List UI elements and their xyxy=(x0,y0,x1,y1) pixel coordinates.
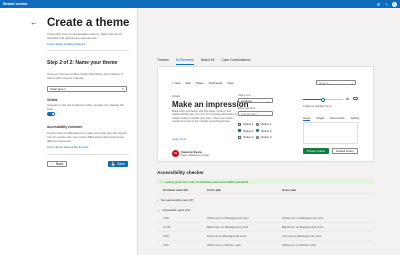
table-row: 5.05 Link text on Background color Link … xyxy=(163,234,322,238)
inner-tab-home[interactable]: Home xyxy=(303,116,311,121)
command-bar: + New Edit Share Download View xyxy=(172,81,234,85)
cmd-edit[interactable]: Edit xyxy=(186,81,191,85)
checkbox-item[interactable]: Option 1 xyxy=(238,122,254,126)
table-row: 4.56 White text on Background color Whit… xyxy=(163,216,324,220)
divider xyxy=(157,231,374,232)
preview-toggle[interactable] xyxy=(353,97,358,100)
divider xyxy=(47,154,129,155)
inner-tabs: Home Pages Documents Activity xyxy=(303,116,359,121)
radio-item[interactable]: Option 3 xyxy=(256,135,272,139)
theme-name-value: Solar green xyxy=(50,87,66,91)
learn-more-link[interactable]: Learn more xyxy=(172,137,186,141)
top-bar xyxy=(0,0,400,8)
inner-tab-pages[interactable]: Pages xyxy=(316,116,324,121)
success-message: ✓ Looking good! Your color combinations … xyxy=(157,179,374,184)
step-title: Step 2 of 2: Name your theme xyxy=(47,60,118,66)
group-accessible[interactable]: ⌄ Accessible pairs (21) xyxy=(157,207,374,212)
column-header: Contrast ratio fail xyxy=(163,187,188,192)
back-icon: ← xyxy=(50,162,54,166)
page-description: Customize your communication sites to ma… xyxy=(47,32,123,40)
app-title: Brand center xyxy=(3,1,28,6)
cmd-download[interactable]: Download xyxy=(209,81,222,85)
visible-help: Appears in the list of themes when peopl… xyxy=(47,103,125,111)
learn-themes-link[interactable]: Learn about creating themes xyxy=(47,42,85,46)
radio[interactable] xyxy=(256,135,259,139)
checkbox[interactable] xyxy=(238,122,241,126)
slider-thumb[interactable] xyxy=(321,97,325,102)
radio-group: Option 1 Option 2 Option 3 xyxy=(256,122,272,139)
checkbox-item[interactable]: Option 3 xyxy=(238,135,254,139)
divider xyxy=(47,50,129,51)
column-header: Color pair xyxy=(282,187,297,192)
divider xyxy=(157,193,374,194)
divider xyxy=(157,222,374,223)
back-button[interactable]: ← Back xyxy=(47,161,67,167)
person-avatar: CE xyxy=(172,150,179,157)
person-role: Head of Marketing & Sales xyxy=(181,154,210,157)
radio-item[interactable]: Option 2 xyxy=(256,129,272,133)
visible-toggle[interactable] xyxy=(47,112,55,116)
inner-tab-panel xyxy=(303,122,358,144)
chevron-right-icon: › xyxy=(157,197,158,202)
user-avatar[interactable]: K xyxy=(392,1,397,7)
chevron-down-icon: ⌄ xyxy=(267,98,270,103)
inner-tab-activity[interactable]: Activity xyxy=(351,116,360,121)
tab-themes[interactable]: Themes xyxy=(157,58,169,65)
cmd-share[interactable]: Share xyxy=(196,81,204,85)
reminder-text: Check color combinations to make sure th… xyxy=(47,131,127,143)
radio-item[interactable]: Option 1 xyxy=(256,122,272,126)
reminder-title: Accessibility reminder xyxy=(47,125,83,129)
visible-label: Visible xyxy=(47,98,58,102)
accessibility-title: Accessibility checker xyxy=(157,170,204,175)
toggle-label: Toggle for disabled items xyxy=(303,105,332,108)
preview-body: Make a big impression with this clean, m… xyxy=(172,110,238,124)
search-icon: ⌕ xyxy=(351,80,353,85)
checkbox[interactable] xyxy=(238,129,241,132)
checkbox[interactable] xyxy=(238,135,241,139)
table-row: 4.87 White text on Button color White te… xyxy=(163,243,317,247)
preview-select[interactable]: Contoso ⌄ xyxy=(238,98,273,103)
settings-icon[interactable]: ⚙ xyxy=(376,2,381,7)
theme-preview: + New Edit Share Download View Search ⌕ … xyxy=(157,66,374,162)
table-header: Contrast ratio fail Color pair Color pai… xyxy=(157,187,374,192)
name-help-text: Give your theme a name that's descriptiv… xyxy=(47,72,124,80)
group-non-accessible[interactable]: › Non-accessible pairs (0) xyxy=(157,197,374,202)
tab-color-combinations[interactable]: Color Combinations xyxy=(221,58,250,65)
theme-name-input[interactable]: Solar green ✕ xyxy=(47,86,127,92)
cmd-new[interactable]: + New xyxy=(172,81,181,85)
primary-button[interactable]: Primary button xyxy=(303,148,329,154)
chevron-down-icon: ⌄ xyxy=(157,207,160,212)
default-button[interactable]: Default button xyxy=(332,148,358,154)
page-title: Create a theme xyxy=(47,17,130,29)
preview-search[interactable]: Search ⌕ xyxy=(316,80,356,85)
inner-tab-documents[interactable]: Documents xyxy=(330,116,344,121)
slider-value: 50 xyxy=(346,97,350,101)
help-icon[interactable]: ? xyxy=(384,2,389,7)
slider-fill xyxy=(303,99,323,100)
top-bar-icons: ⚙ ? K xyxy=(376,1,397,7)
clear-icon[interactable]: ✕ xyxy=(121,87,124,91)
checkbox-group: Option 1 Option 2 Option 3 xyxy=(238,122,254,139)
check-icon: ✓ xyxy=(160,179,163,184)
tab-brand-kit[interactable]: Brand Kit xyxy=(201,58,215,65)
preview-text-input[interactable]: Placeholder xyxy=(238,111,273,116)
radio[interactable] xyxy=(256,122,259,126)
column-header: Color pair xyxy=(207,187,222,192)
accessible-themes-link[interactable]: Learn about accessible themes xyxy=(47,145,89,149)
divider xyxy=(157,240,374,241)
tab-ui-elements[interactable]: UI Elements xyxy=(175,58,194,65)
back-arrow-icon[interactable]: ← xyxy=(30,18,38,27)
preview-tabs: Themes UI Elements Brand Kit Color Combi… xyxy=(157,58,250,65)
cmd-view[interactable]: View xyxy=(227,81,233,85)
save-icon: 💾 xyxy=(111,162,116,166)
save-button[interactable]: 💾 Save xyxy=(108,161,128,167)
checkbox-item[interactable]: Option 2 xyxy=(238,129,254,133)
table-row: 11.08 Black text on Background color Bla… xyxy=(163,225,324,229)
radio[interactable] xyxy=(256,129,259,132)
section-label: Details xyxy=(172,95,180,98)
preview-heading: Make an impression xyxy=(172,100,249,109)
